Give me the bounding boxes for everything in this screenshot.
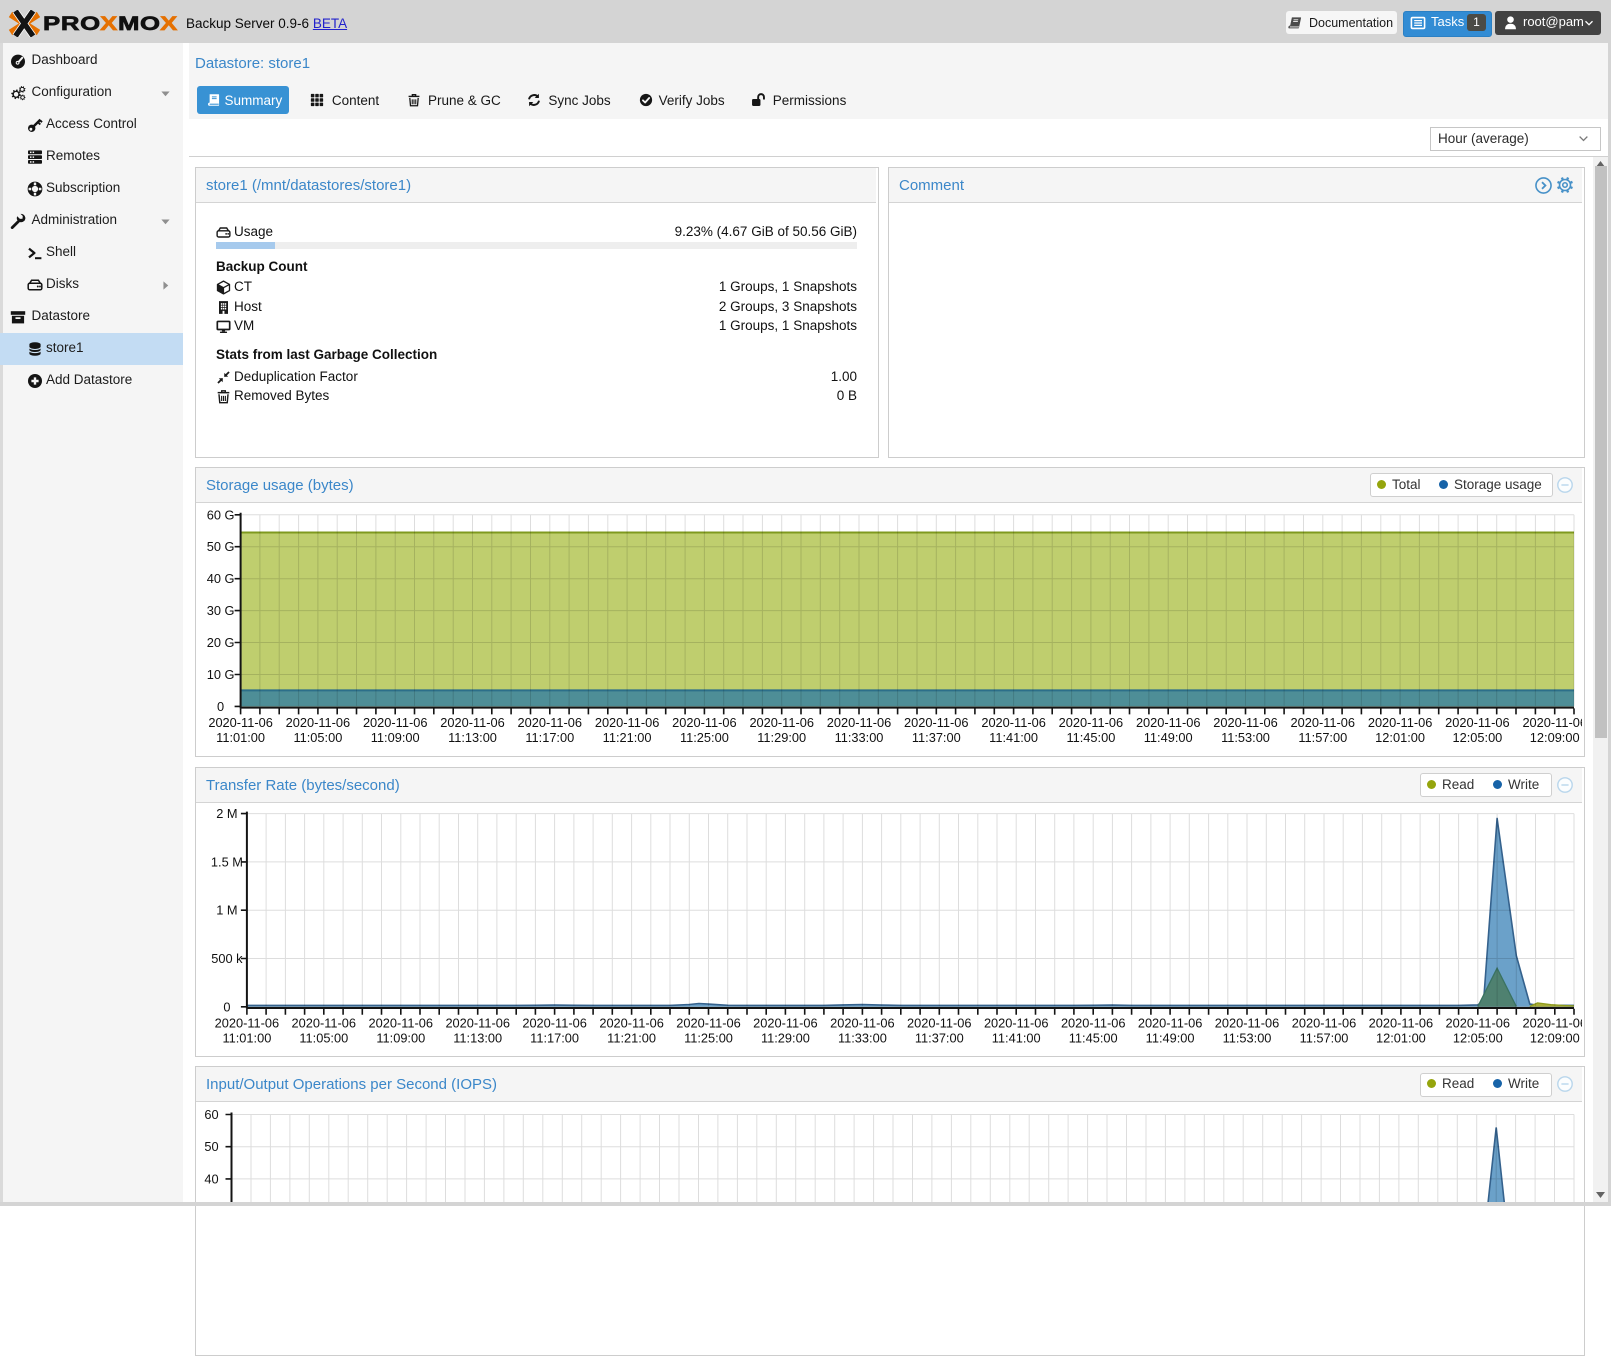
svg-text:12:05:00: 12:05:00 [1453,1030,1503,1045]
svg-text:2020-11-06: 2020-11-06 [1291,715,1356,730]
svg-text:11:17:00: 11:17:00 [525,730,574,745]
svg-text:11:53:00: 11:53:00 [1221,730,1270,745]
svg-text:11:25:00: 11:25:00 [680,730,729,745]
svg-text:11:13:00: 11:13:00 [448,730,497,745]
svg-text:2020-11-06: 2020-11-06 [292,1015,357,1030]
svg-text:11:17:00: 11:17:00 [530,1030,579,1045]
svg-text:2020-11-06: 2020-11-06 [981,715,1046,730]
svg-text:40: 40 [204,1171,218,1186]
svg-text:2020-11-06: 2020-11-06 [672,715,737,730]
svg-text:11:57:00: 11:57:00 [1300,1030,1349,1045]
svg-text:20 G: 20 G [207,635,235,650]
svg-text:2020-11-06: 2020-11-06 [1446,1015,1511,1030]
svg-text:11:57:00: 11:57:00 [1298,730,1347,745]
svg-text:2020-11-06: 2020-11-06 [1215,1015,1280,1030]
svg-text:50 G: 50 G [207,539,235,554]
svg-text:2020-11-06: 2020-11-06 [904,715,969,730]
svg-text:2020-11-06: 2020-11-06 [1136,715,1201,730]
svg-text:11:45:00: 11:45:00 [1069,1030,1118,1045]
svg-text:0: 0 [223,999,230,1014]
svg-text:11:45:00: 11:45:00 [1066,730,1115,745]
svg-text:10 G: 10 G [207,667,235,682]
svg-text:2020-11-06: 2020-11-06 [907,1015,972,1030]
svg-text:11:09:00: 11:09:00 [371,730,420,745]
svg-text:2020-11-06: 2020-11-06 [1368,715,1433,730]
svg-text:2020-11-06: 2020-11-06 [599,1015,664,1030]
svg-text:11:41:00: 11:41:00 [992,1030,1041,1045]
svg-text:11:49:00: 11:49:00 [1146,1030,1195,1045]
svg-text:2020-11-06: 2020-11-06 [753,1015,818,1030]
svg-text:2020-11-06: 2020-11-06 [215,1015,280,1030]
svg-text:2020-11-06: 2020-11-06 [363,715,428,730]
svg-text:11:13:00: 11:13:00 [453,1030,502,1045]
svg-text:60 G: 60 G [207,507,235,522]
svg-text:11:33:00: 11:33:00 [835,730,884,745]
svg-text:11:21:00: 11:21:00 [603,730,652,745]
svg-text:40 G: 40 G [207,571,235,586]
svg-text:2020-11-06: 2020-11-06 [1369,1015,1434,1030]
svg-text:11:05:00: 11:05:00 [299,1030,348,1045]
svg-text:11:25:00: 11:25:00 [684,1030,733,1045]
svg-text:2020-11-06: 2020-11-06 [830,1015,895,1030]
svg-text:11:37:00: 11:37:00 [915,1030,964,1045]
svg-text:2020-11-06: 2020-11-06 [1523,1015,1582,1030]
svg-text:0: 0 [217,699,224,714]
svg-text:2020-11-06: 2020-11-06 [445,1015,510,1030]
svg-text:2020-11-06: 2020-11-06 [286,715,351,730]
svg-text:2020-11-06: 2020-11-06 [522,1015,587,1030]
svg-text:11:33:00: 11:33:00 [838,1030,887,1045]
svg-text:12:09:00: 12:09:00 [1530,730,1580,745]
svg-text:2020-11-06: 2020-11-06 [440,715,505,730]
svg-text:11:21:00: 11:21:00 [607,1030,656,1045]
svg-text:11:29:00: 11:29:00 [761,1030,810,1045]
svg-text:2020-11-06: 2020-11-06 [749,715,814,730]
svg-text:1.5 M: 1.5 M [211,854,243,869]
svg-text:2020-11-06: 2020-11-06 [1292,1015,1357,1030]
svg-text:500 k: 500 k [211,951,243,966]
svg-text:2020-11-06: 2020-11-06 [1061,1015,1126,1030]
svg-text:2020-11-06: 2020-11-06 [369,1015,434,1030]
svg-text:2020-11-06: 2020-11-06 [1213,715,1278,730]
svg-text:2020-11-06: 2020-11-06 [595,715,660,730]
svg-text:50: 50 [204,1139,218,1154]
svg-text:2020-11-06: 2020-11-06 [518,715,583,730]
svg-text:2020-11-06: 2020-11-06 [984,1015,1049,1030]
svg-text:2020-11-06: 2020-11-06 [208,715,273,730]
svg-text:2020-11-06: 2020-11-06 [676,1015,741,1030]
svg-text:2 M: 2 M [216,806,237,821]
svg-text:11:01:00: 11:01:00 [216,730,265,745]
svg-text:11:41:00: 11:41:00 [989,730,1038,745]
svg-text:11:29:00: 11:29:00 [757,730,806,745]
svg-text:2020-11-06: 2020-11-06 [1138,1015,1203,1030]
svg-text:2020-11-06: 2020-11-06 [1059,715,1124,730]
svg-text:11:53:00: 11:53:00 [1223,1030,1272,1045]
svg-text:12:05:00: 12:05:00 [1452,730,1502,745]
svg-text:11:49:00: 11:49:00 [1144,730,1193,745]
svg-text:12:09:00: 12:09:00 [1530,1030,1580,1045]
svg-text:11:09:00: 11:09:00 [376,1030,425,1045]
svg-text:11:37:00: 11:37:00 [912,730,961,745]
svg-text:2020-11-06: 2020-11-06 [1445,715,1510,730]
svg-text:12:01:00: 12:01:00 [1376,1030,1426,1045]
svg-text:11:01:00: 11:01:00 [222,1030,271,1045]
svg-text:11:05:00: 11:05:00 [293,730,342,745]
svg-text:30 G: 30 G [207,603,235,618]
svg-text:60: 60 [204,1107,218,1122]
svg-text:12:01:00: 12:01:00 [1375,730,1425,745]
svg-text:2020-11-06: 2020-11-06 [1522,715,1582,730]
svg-text:2020-11-06: 2020-11-06 [827,715,892,730]
svg-text:1 M: 1 M [216,903,237,918]
